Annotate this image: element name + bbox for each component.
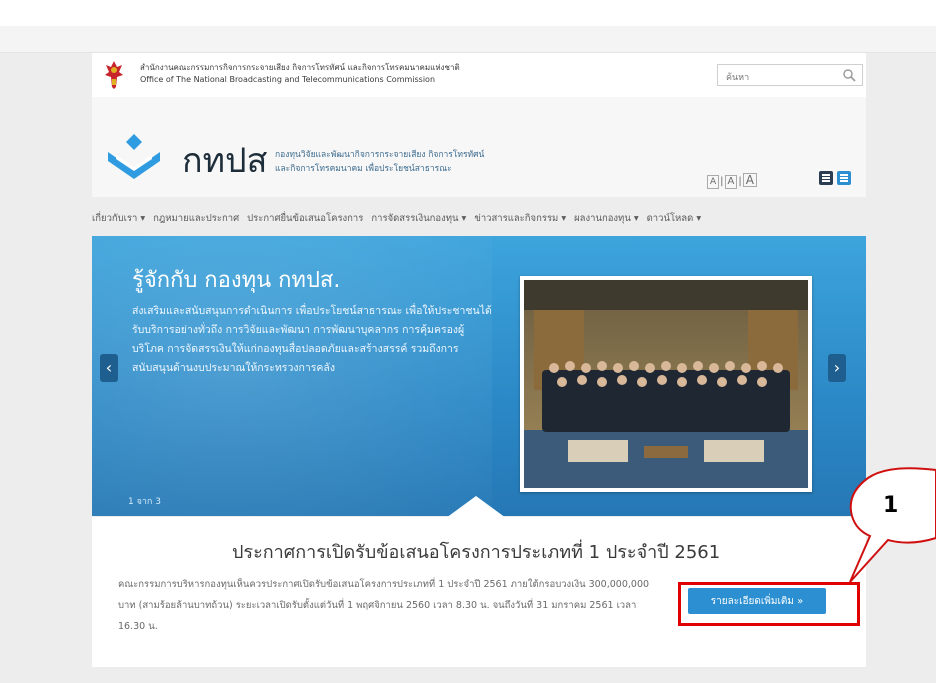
- hero-notch: [446, 496, 506, 518]
- highlight-box: [678, 582, 860, 626]
- fund-logo-icon[interactable]: [104, 132, 164, 184]
- hero-description: ส่งเสริมและสนับสนุนการดำเนินการ เพื่อประ…: [132, 305, 492, 374]
- slider-prev-button[interactable]: ‹: [100, 354, 118, 382]
- announcement-body: คณะกรรมการบริหารกองทุนเห็นควรประกาศเปิดร…: [118, 579, 650, 632]
- group-photo-image[interactable]: [520, 276, 812, 492]
- brand-area: กทปส กองทุนวิจัยและพัฒนากิจการกระจายเสีย…: [92, 97, 866, 197]
- logo-text[interactable]: กทปส: [182, 133, 267, 187]
- callout-bubble-icon: [849, 467, 936, 583]
- nav-item-downloads[interactable]: ดาวน์โหลด ▾: [647, 211, 701, 226]
- search-icon[interactable]: [842, 68, 856, 82]
- nav-item-proposals[interactable]: ประกาศยื่นข้อเสนอโครงการ: [247, 211, 363, 226]
- gov-header: สำนักงานคณะกรรมการกิจการกระจายเสียง กิจก…: [92, 53, 866, 97]
- layout-toggle-icon[interactable]: [819, 171, 853, 185]
- nav-item-funding[interactable]: การจัดสรรเงินกองทุน ▾: [371, 211, 466, 226]
- font-size-controls: A | A | A: [706, 173, 758, 189]
- font-size-small-button[interactable]: A: [707, 175, 720, 189]
- org-name-english: Office of The National Broadcasting and …: [140, 75, 436, 84]
- tagline-line-1: กองทุนวิจัยและพัฒนากิจการกระจายเสียง กิจ…: [275, 150, 485, 160]
- tagline-line-2: และกิจการโทรคมนาคม เพื่อประโยชน์สาธารณะ: [275, 164, 452, 174]
- browser-top-strip: [0, 0, 936, 27]
- nav-item-about[interactable]: เกี่ยวกับเรา ▾: [92, 211, 145, 226]
- slider-next-button[interactable]: ›: [828, 354, 846, 382]
- announcement-title: ประกาศการเปิดรับข้อเสนอโครงการประเภทที่ …: [232, 542, 721, 563]
- garuda-emblem-icon: [105, 61, 123, 89]
- callout-number: 1: [883, 493, 899, 518]
- nav-item-news[interactable]: ข่าวสารและกิจกรรม ▾: [474, 211, 566, 226]
- nav-item-results[interactable]: ผลงานกองทุน ▾: [574, 211, 639, 226]
- main-nav: เกี่ยวกับเรา ▾ กฎหมายและประกาศ ประกาศยื่…: [92, 203, 866, 233]
- hero-title: รู้จักกับ กองทุน กทปส.: [132, 268, 341, 293]
- slider-pager: 1 จาก 3: [128, 497, 161, 507]
- hero-slider: รู้จักกับ กองทุน กทปส. ส่งเสริมและสนับสน…: [92, 236, 866, 516]
- org-name-thai: สำนักงานคณะกรรมการกิจการกระจายเสียง กิจก…: [140, 63, 460, 72]
- font-size-large-button[interactable]: A: [742, 173, 757, 187]
- search-input[interactable]: [718, 68, 844, 88]
- nav-item-laws[interactable]: กฎหมายและประกาศ: [153, 211, 239, 226]
- toolbar-bar: [0, 26, 936, 53]
- search-box[interactable]: [717, 64, 863, 88]
- font-size-medium-button[interactable]: A: [724, 175, 738, 189]
